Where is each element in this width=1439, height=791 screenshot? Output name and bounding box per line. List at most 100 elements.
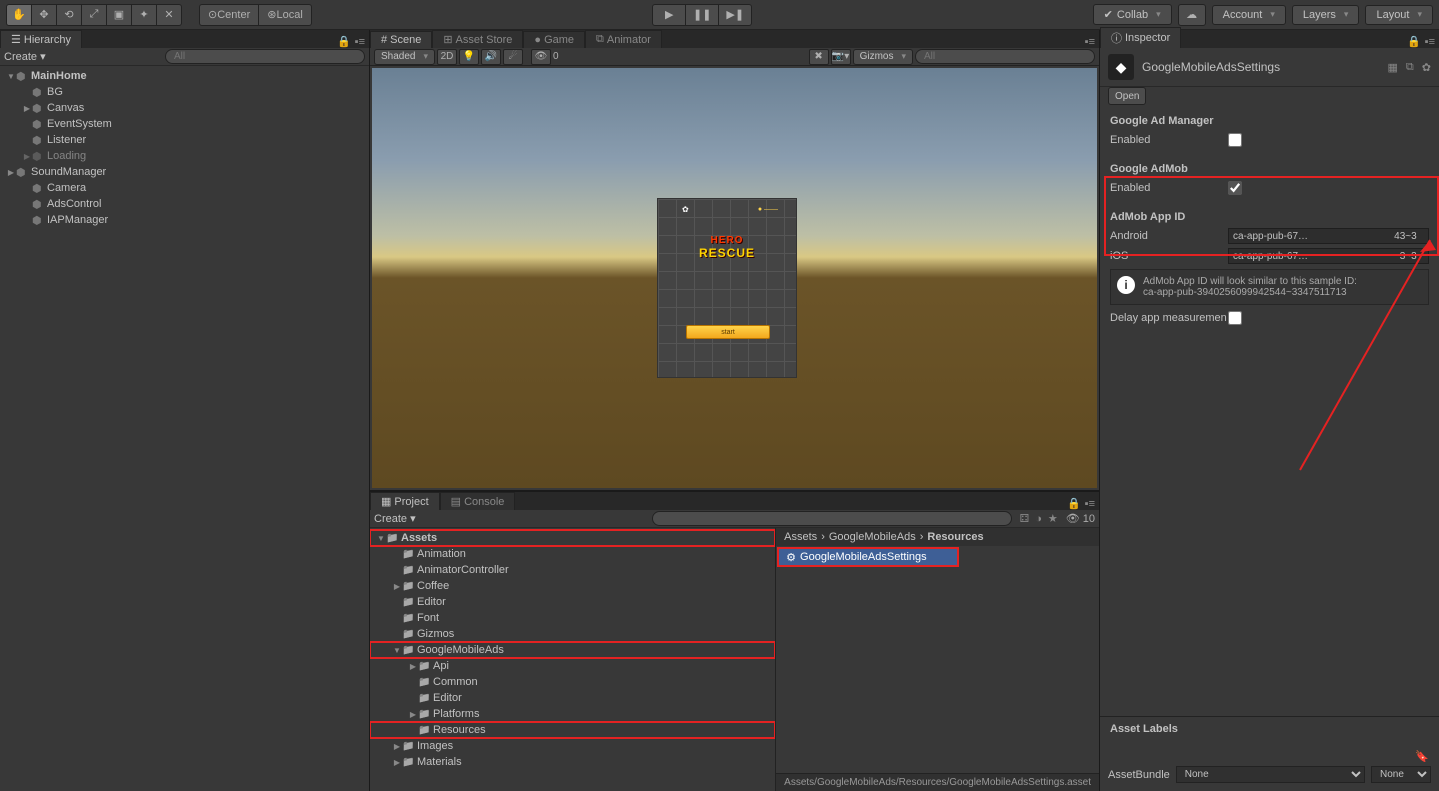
hierarchy-item[interactable]: Listener (0, 132, 369, 148)
asset-bundle-variant-select[interactable]: None (1371, 766, 1431, 783)
folder-item[interactable]: Editor (370, 594, 775, 610)
hierarchy-item[interactable]: EventSystem (0, 116, 369, 132)
asset-item-selected[interactable]: ⚙ GoogleMobileAdsSettings (778, 548, 958, 566)
inspector-lock-icon[interactable]: 🔒 (1407, 35, 1421, 48)
cloud-button[interactable]: ☁ (1178, 4, 1206, 26)
scene-search-input[interactable] (915, 49, 1095, 64)
hierarchy-create-dropdown[interactable]: Create ▾ (4, 50, 46, 63)
expand-toggle-icon[interactable]: ▶ (22, 152, 32, 161)
pivot-toggle-button[interactable]: ⊙ Center (199, 4, 259, 26)
folder-item[interactable]: Gizmos (370, 626, 775, 642)
hierarchy-item[interactable]: BG (0, 84, 369, 100)
hierarchy-lock-icon[interactable]: 🔒 (337, 35, 351, 48)
folder-item[interactable]: ▶Images (370, 738, 775, 754)
hierarchy-search-input[interactable] (165, 49, 365, 64)
scene-tab-animator[interactable]: ⧉ Animator (585, 30, 662, 48)
hierarchy-item[interactable]: ▶SoundManager (0, 164, 369, 180)
folder-item[interactable]: AnimatorController (370, 562, 775, 578)
hierarchy-item[interactable]: ▶Loading (0, 148, 369, 164)
settings-icon[interactable]: ✿ (1422, 61, 1431, 74)
expand-toggle-icon[interactable]: ▼ (392, 646, 402, 655)
expand-toggle-icon[interactable]: ▶ (408, 662, 418, 671)
gizmos-dropdown[interactable]: Gizmos (853, 49, 913, 65)
project-menu-icon[interactable]: ▪≡ (1085, 498, 1095, 510)
favorites-icon[interactable]: ⚃ (1020, 512, 1030, 525)
hierarchy-item[interactable]: IAPManager (0, 212, 369, 228)
hierarchy-item[interactable]: ▼MainHome (0, 68, 369, 84)
project-create-dropdown[interactable]: Create ▾ (374, 512, 416, 525)
hierarchy-tab[interactable]: ☰ Hierarchy (0, 30, 82, 48)
light-toggle-icon[interactable]: 💡 (459, 49, 479, 65)
filter-icon[interactable]: ◑ (1035, 513, 1042, 525)
move-tool-button[interactable]: ✥ (31, 4, 57, 26)
space-toggle-button[interactable]: ⊛ Local (258, 4, 312, 26)
hierarchy-item[interactable]: AdsControl (0, 196, 369, 212)
transform-tool-button[interactable]: ✦ (131, 4, 157, 26)
rect-tool-button[interactable]: ▣ (106, 4, 132, 26)
open-button[interactable]: Open (1108, 87, 1146, 105)
project-search-input[interactable] (652, 511, 1012, 526)
hierarchy-item[interactable]: Camera (0, 180, 369, 196)
asset-bundle-select[interactable]: None (1176, 766, 1365, 783)
scene-tab-game[interactable]: ● Game (523, 31, 585, 48)
custom-tool-button[interactable]: ✕ (156, 4, 182, 26)
folder-item[interactable]: Resources (370, 722, 775, 738)
scene-camera-icon[interactable]: 📷▾ (831, 49, 851, 65)
folder-item[interactable]: Editor (370, 690, 775, 706)
folder-item[interactable]: ▶Api (370, 658, 775, 674)
pause-button[interactable]: ❚❚ (685, 4, 719, 26)
android-id-input[interactable] (1228, 228, 1429, 244)
console-tab[interactable]: ▤ Console (440, 492, 516, 510)
folder-item[interactable]: ▶Materials (370, 754, 775, 770)
effects-toggle-icon[interactable]: ☄ (503, 49, 523, 65)
hand-tool-button[interactable]: ✋ (6, 4, 32, 26)
presets-icon[interactable]: ⧉ (1406, 61, 1414, 74)
expand-toggle-icon[interactable]: ▶ (392, 742, 402, 751)
expand-toggle-icon[interactable]: ▶ (392, 582, 402, 591)
folder-item[interactable]: Common (370, 674, 775, 690)
ad-manager-enabled-checkbox[interactable] (1228, 133, 1242, 147)
star-icon[interactable]: ★ (1048, 512, 1058, 525)
expand-toggle-icon[interactable]: ▶ (22, 104, 32, 113)
expand-toggle-icon[interactable]: ▶ (392, 758, 402, 767)
collab-dropdown[interactable]: ✔ Collab (1093, 4, 1172, 25)
delay-checkbox[interactable] (1228, 311, 1242, 325)
rotate-tool-button[interactable]: ⟲ (56, 4, 82, 26)
scene-tab-asset-store[interactable]: ⊞ Asset Store (432, 30, 523, 48)
expand-toggle-icon[interactable]: ▼ (376, 534, 386, 543)
folder-item[interactable]: Font (370, 610, 775, 626)
audio-toggle-icon[interactable]: 🔊 (481, 49, 501, 65)
folder-item[interactable]: ▼Assets (370, 530, 775, 546)
expand-toggle-icon[interactable]: ▶ (6, 168, 16, 177)
inspector-tab[interactable]: ⓘ Inspector (1100, 27, 1181, 48)
scene-view[interactable]: ✿ ● —— HERO RESCUE start (372, 68, 1097, 488)
scene-tools-icon[interactable]: ✖ (809, 49, 829, 65)
project-lock-icon[interactable]: 🔒 (1067, 497, 1081, 510)
hierarchy-item[interactable]: ▶Canvas (0, 100, 369, 116)
scale-tool-button[interactable]: ⤢ (81, 4, 107, 26)
inspector-menu-icon[interactable]: ▪≡ (1425, 36, 1435, 48)
expand-toggle-icon[interactable]: ▶ (408, 710, 418, 719)
admob-enabled-checkbox[interactable] (1228, 181, 1242, 195)
folder-item[interactable]: ▶Coffee (370, 578, 775, 594)
scene-tab-scene[interactable]: # Scene (370, 31, 432, 48)
ios-id-input[interactable] (1228, 248, 1429, 264)
account-dropdown[interactable]: Account (1212, 5, 1286, 25)
scene-maximize-icon[interactable]: ▪≡ (1085, 36, 1095, 48)
hierarchy-menu-icon[interactable]: ▪≡ (355, 36, 365, 48)
breadcrumb-1[interactable]: GoogleMobileAds (829, 531, 916, 543)
breadcrumb-2[interactable]: Resources (927, 531, 983, 543)
breadcrumb-0[interactable]: Assets (784, 531, 817, 543)
folder-item[interactable]: Animation (370, 546, 775, 562)
help-icon[interactable]: ▦ (1388, 61, 1398, 74)
project-tab[interactable]: ▦ Project (370, 492, 440, 510)
folder-item[interactable]: ▶Platforms (370, 706, 775, 722)
hidden-objects-icon[interactable]: 👁 (531, 49, 551, 65)
layers-dropdown[interactable]: Layers (1292, 5, 1360, 25)
expand-toggle-icon[interactable]: ▼ (6, 72, 16, 81)
mode-2d-toggle[interactable]: 2D (437, 49, 457, 65)
layout-dropdown[interactable]: Layout (1365, 5, 1433, 25)
play-button[interactable]: ▶ (652, 4, 686, 26)
step-button[interactable]: ▶❚ (718, 4, 752, 26)
folder-item[interactable]: ▼GoogleMobileAds (370, 642, 775, 658)
